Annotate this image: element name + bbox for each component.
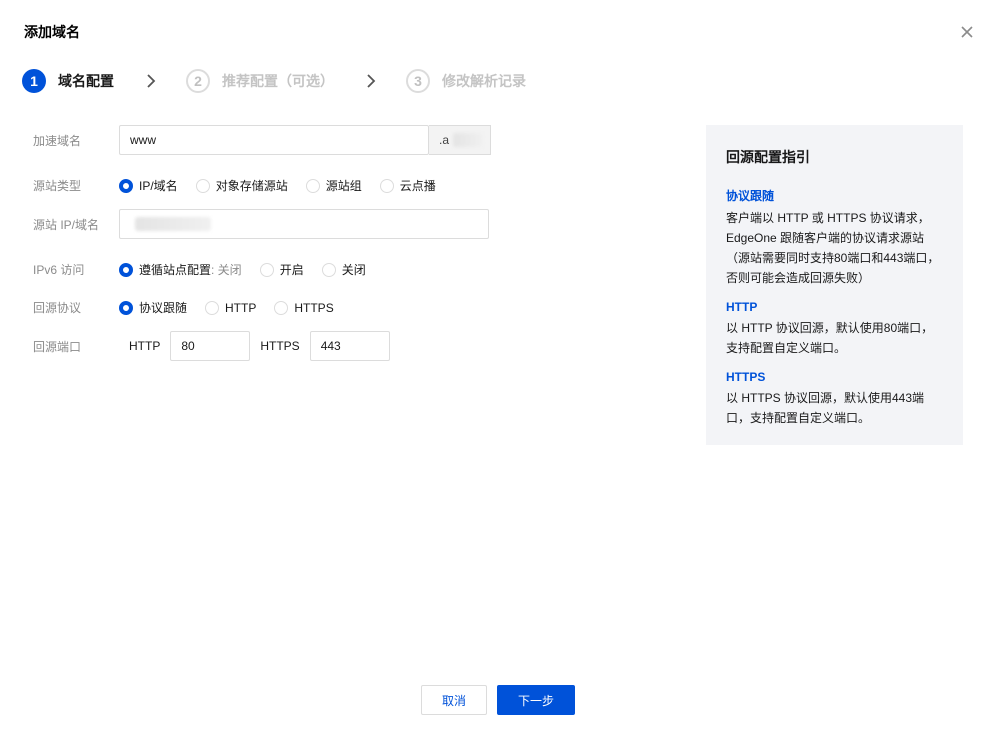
step-1-label: 域名配置 xyxy=(58,73,114,89)
step-1-number: 1 xyxy=(22,69,46,93)
origin-guide-panel: 回源配置指引 协议跟随 客户端以 HTTP 或 HTTPS 协议请求，EdgeO… xyxy=(706,125,963,445)
step-3-label: 修改解析记录 xyxy=(442,73,526,89)
radio-label: 关闭 xyxy=(341,263,366,277)
step-3: 3 修改解析记录 xyxy=(406,69,526,93)
guide-section-title: HTTP xyxy=(726,300,758,314)
radio-protocol-follow[interactable]: 协议跟随 xyxy=(119,299,187,316)
origin-type-label: 源站类型 xyxy=(33,179,82,193)
protocol-radio-group: 协议跟随 HTTP HTTPS xyxy=(119,299,352,316)
ipv6-radio-group: 遵循站点配置: 关闭 开启 关闭 xyxy=(119,261,384,278)
radio-label: HTTP xyxy=(225,300,257,315)
radio-label: 云点播 xyxy=(399,179,436,193)
radio-checked-icon xyxy=(119,178,133,193)
http-port-input[interactable] xyxy=(170,331,251,361)
chevron-right-icon xyxy=(367,74,376,88)
origin-ip-row: 源站 IP/域名 xyxy=(33,209,489,239)
radio-unchecked-icon xyxy=(205,300,220,315)
port-label: 回源端口 xyxy=(33,339,82,354)
port-row: 回源端口 HTTP HTTPS xyxy=(33,331,390,361)
steps-indicator: 1 域名配置 2 推荐配置（可选） 3 修改解析记录 xyxy=(22,67,526,95)
protocol-row: 回源协议 协议跟随 HTTP HTTPS xyxy=(33,299,352,316)
radio-label: 开启 xyxy=(279,263,304,277)
radio-label: 遵循站点配置: 关闭 xyxy=(139,261,242,278)
radio-unchecked-icon xyxy=(195,178,210,193)
cancel-button[interactable]: 取消 xyxy=(421,685,487,715)
origin-ip-field-wrap xyxy=(119,209,489,239)
radio-label-main: 遵循站点配置 xyxy=(139,263,212,277)
guide-section: 协议跟随 客户端以 HTTP 或 HTTPS 协议请求，EdgeOne 跟随客户… xyxy=(726,187,943,288)
guide-section-body: 以 HTTP 协议回源，默认使用80端口，支持配置自定义端口。 xyxy=(726,321,934,355)
radio-label: 协议跟随 xyxy=(139,301,188,315)
domain-row: 加速域名 .a xyxy=(33,125,491,155)
redacted-block xyxy=(453,133,484,147)
guide-section-body: 客户端以 HTTP 或 HTTPS 协议请求，EdgeOne 跟随客户端的协议请… xyxy=(726,211,940,285)
close-icon[interactable] xyxy=(959,24,975,40)
radio-unchecked-icon xyxy=(379,178,394,193)
ipv6-row: IPv6 访问 遵循站点配置: 关闭 开启 关闭 xyxy=(33,261,384,278)
guide-title: 回源配置指引 xyxy=(726,149,810,165)
radio-label-muted: : 关闭 xyxy=(211,263,242,277)
guide-section: HTTP 以 HTTP 协议回源，默认使用80端口，支持配置自定义端口。 xyxy=(726,300,943,358)
radio-label: IP/域名 xyxy=(139,179,178,193)
radio-ipv6-on[interactable]: 开启 xyxy=(259,261,304,278)
dialog-title: 添加域名 xyxy=(24,24,80,40)
next-step-button[interactable]: 下一步 xyxy=(497,685,575,715)
radio-protocol-http[interactable]: HTTP xyxy=(205,300,257,315)
origin-type-row: 源站类型 IP/域名 对象存储源站 源站组 云点播 xyxy=(33,177,454,194)
radio-protocol-https[interactable]: HTTPS xyxy=(274,300,334,315)
radio-follow-site[interactable]: 遵循站点配置: 关闭 xyxy=(119,261,242,278)
radio-unchecked-icon xyxy=(274,300,289,315)
guide-section-title: HTTPS xyxy=(726,370,766,384)
domain-label: 加速域名 xyxy=(33,133,82,148)
add-domain-dialog: 添加域名 1 域名配置 2 推荐配置（可选） 3 修改解析记录 加速域名 .a xyxy=(0,0,997,740)
radio-ipv6-off[interactable]: 关闭 xyxy=(321,261,366,278)
ipv6-label: IPv6 访问 xyxy=(33,263,85,277)
radio-unchecked-icon xyxy=(321,262,336,277)
https-port-input[interactable] xyxy=(309,331,390,361)
http-port-label: HTTP xyxy=(129,339,161,353)
domain-input[interactable] xyxy=(119,125,429,155)
radio-ip-domain[interactable]: IP/域名 xyxy=(119,177,178,194)
dialog-footer: 取消 下一步 xyxy=(421,685,575,715)
radio-label: HTTPS xyxy=(294,300,334,315)
guide-section-body: 以 HTTPS 协议回源，默认使用443端口，支持配置自定义端口。 xyxy=(726,391,925,425)
step-2: 2 推荐配置（可选） xyxy=(186,69,334,93)
https-port-label: HTTPS xyxy=(260,339,300,353)
step-3-number: 3 xyxy=(406,69,430,93)
guide-section: HTTPS 以 HTTPS 协议回源，默认使用443端口，支持配置自定义端口。 xyxy=(726,370,943,428)
guide-section-title: 协议跟随 xyxy=(726,189,775,203)
radio-checked-icon xyxy=(119,300,133,315)
domain-suffix-text: .a xyxy=(439,133,450,147)
radio-label: 对象存储源站 xyxy=(215,179,288,193)
radio-unchecked-icon xyxy=(305,178,320,193)
domain-suffix[interactable]: .a xyxy=(429,125,491,155)
radio-unchecked-icon xyxy=(259,262,274,277)
step-2-number: 2 xyxy=(186,69,210,93)
step-2-label: 推荐配置（可选） xyxy=(222,73,334,89)
origin-type-radio-group: IP/域名 对象存储源站 源站组 云点播 xyxy=(119,177,454,194)
radio-origin-group[interactable]: 源站组 xyxy=(305,177,362,194)
origin-ip-label: 源站 IP/域名 xyxy=(33,217,100,232)
radio-label: 源站组 xyxy=(325,179,362,193)
chevron-right-icon xyxy=(147,74,156,88)
radio-vod[interactable]: 云点播 xyxy=(379,177,436,194)
protocol-label: 回源协议 xyxy=(33,301,82,315)
radio-object-storage[interactable]: 对象存储源站 xyxy=(195,177,288,194)
step-1: 1 域名配置 xyxy=(22,69,114,93)
radio-checked-icon xyxy=(119,262,133,277)
redacted-block xyxy=(135,217,211,231)
